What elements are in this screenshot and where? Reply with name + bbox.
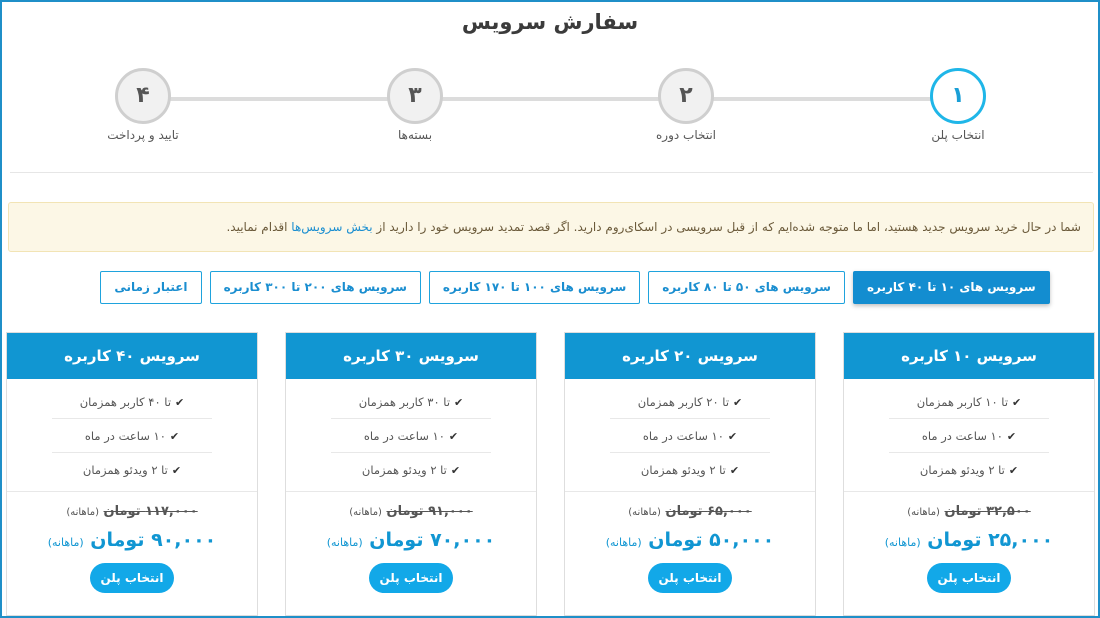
- feature-list: ✔تا ۲۰ کاربر همزمان ✔۱۰ ساعت در ماه ✔تا …: [565, 379, 815, 487]
- plan-card-10: سرویس ۱۰ کاربره ✔تا ۱۰ کاربر همزمان ✔۱۰ …: [843, 332, 1095, 616]
- price-area: ۶۵,۰۰۰ تومان (ماهانه) ۵۰,۰۰۰ تومان (ماها…: [565, 491, 815, 616]
- filter-200-300-users[interactable]: سرویس های ۲۰۰ تا ۳۰۰ کاربره: [209, 271, 421, 304]
- check-icon: ✔: [733, 396, 743, 409]
- price-area: ۳۲,۵۰۰ تومان (ماهانه) ۲۵,۰۰۰ تومان (ماها…: [844, 491, 1094, 616]
- step-number: ۳: [387, 68, 443, 124]
- stepper-track: [142, 97, 958, 101]
- plan-title: سرویس ۳۰ کاربره: [286, 333, 536, 379]
- feature-item: ✔تا ۲ ویدئو همزمان: [919, 463, 1019, 477]
- price-area: ۱۱۷,۰۰۰ تومان (ماهانه) ۹۰,۰۰۰ تومان (ماه…: [7, 491, 257, 616]
- step-label: انتخاب پلن: [931, 128, 985, 142]
- plan-filter-tabs: سرویس های ۱۰ تا ۴۰ کاربره سرویس های ۵۰ ت…: [2, 271, 1098, 305]
- select-plan-button[interactable]: انتخاب پلن: [648, 563, 732, 593]
- plan-card-40: سرویس ۴۰ کاربره ✔تا ۴۰ کاربر همزمان ✔۱۰ …: [6, 332, 258, 616]
- existing-service-alert: شما در حال خرید سرویس جدید هستید، اما ما…: [8, 202, 1094, 252]
- feature-item: ✔۱۰ ساعت در ماه: [889, 419, 1049, 453]
- check-icon: ✔: [1006, 430, 1017, 443]
- plan-title: سرویس ۱۰ کاربره: [844, 333, 1094, 379]
- plan-title: سرویس ۲۰ کاربره: [565, 333, 815, 379]
- step-number: ۴: [115, 68, 171, 124]
- step-3[interactable]: ۳ بسته‌ها: [335, 68, 495, 142]
- check-icon: ✔: [1012, 396, 1022, 409]
- step-label: انتخاب دوره: [655, 128, 717, 142]
- check-icon: ✔: [448, 430, 459, 443]
- check-icon: ✔: [729, 464, 740, 477]
- select-plan-button[interactable]: انتخاب پلن: [927, 563, 1011, 593]
- step-number: ۱: [930, 68, 986, 124]
- check-icon: ✔: [1008, 464, 1019, 477]
- step-1[interactable]: ۱ انتخاب پلن: [878, 68, 1038, 142]
- page-title: سفارش سرویس: [461, 10, 639, 34]
- feature-item: ✔تا ۲ ویدئو همزمان: [640, 463, 740, 477]
- price-area: ۹۱,۰۰۰ تومان (ماهانه) ۷۰,۰۰۰ تومان (ماها…: [286, 491, 536, 616]
- step-label: تایید و پرداخت: [107, 128, 179, 142]
- new-price: ۵۰,۰۰۰ تومان (ماهانه): [605, 529, 775, 551]
- section-divider: [10, 172, 1093, 173]
- order-stepper: ۱ انتخاب پلن ۲ انتخاب دوره ۳ بسته‌ها ۴ ت…: [2, 68, 1098, 148]
- feature-item: ✔۱۰ ساعت در ماه: [610, 419, 770, 453]
- feature-list: ✔تا ۳۰ کاربر همزمان ✔۱۰ ساعت در ماه ✔تا …: [286, 379, 536, 487]
- select-plan-button[interactable]: انتخاب پلن: [369, 563, 453, 593]
- filter-50-80-users[interactable]: سرویس های ۵۰ تا ۸۰ کاربره: [648, 271, 845, 304]
- feature-item: ✔تا ۲ ویدئو همزمان: [361, 463, 461, 477]
- feature-list: ✔تا ۱۰ کاربر همزمان ✔۱۰ ساعت در ماه ✔تا …: [844, 379, 1094, 487]
- feature-item: ✔تا ۲۰ کاربر همزمان: [610, 385, 770, 419]
- old-price: ۶۵,۰۰۰ تومان (ماهانه): [628, 504, 752, 519]
- select-plan-button[interactable]: انتخاب پلن: [90, 563, 174, 593]
- plan-card-30: سرویس ۳۰ کاربره ✔تا ۳۰ کاربر همزمان ✔۱۰ …: [285, 332, 537, 616]
- feature-list: ✔تا ۴۰ کاربر همزمان ✔۱۰ ساعت در ماه ✔تا …: [7, 379, 257, 487]
- step-4[interactable]: ۴ تایید و پرداخت: [63, 68, 223, 142]
- check-icon: ✔: [450, 464, 461, 477]
- new-price: ۷۰,۰۰۰ تومان (ماهانه): [326, 529, 496, 551]
- services-section-link[interactable]: بخش سرویس‌ها: [291, 220, 372, 234]
- plan-card-20: سرویس ۲۰ کاربره ✔تا ۲۰ کاربر همزمان ✔۱۰ …: [564, 332, 816, 616]
- filter-time-credit[interactable]: اعتبار زمانی: [100, 271, 202, 304]
- check-icon: ✔: [175, 396, 185, 409]
- feature-item: ✔تا ۲ ویدئو همزمان: [82, 463, 182, 477]
- step-2[interactable]: ۲ انتخاب دوره: [606, 68, 766, 142]
- feature-item: ✔تا ۳۰ کاربر همزمان: [331, 385, 491, 419]
- filter-10-40-users[interactable]: سرویس های ۱۰ تا ۴۰ کاربره: [852, 271, 1050, 304]
- step-number: ۲: [658, 68, 714, 124]
- plan-title: سرویس ۴۰ کاربره: [7, 333, 257, 379]
- check-icon: ✔: [171, 464, 182, 477]
- alert-text-end: اقدام نمایید.: [226, 220, 288, 234]
- check-icon: ✔: [454, 396, 464, 409]
- feature-item: ✔تا ۴۰ کاربر همزمان: [52, 385, 212, 419]
- old-price: ۹۱,۰۰۰ تومان (ماهانه): [349, 504, 473, 519]
- old-price: ۱۱۷,۰۰۰ تومان (ماهانه): [66, 504, 198, 519]
- alert-text: شما در حال خرید سرویس جدید هستید، اما ما…: [376, 220, 1081, 234]
- feature-item: ✔تا ۱۰ کاربر همزمان: [889, 385, 1049, 419]
- feature-item: ✔۱۰ ساعت در ماه: [52, 419, 212, 453]
- check-icon: ✔: [169, 430, 180, 443]
- step-label: بسته‌ها: [397, 128, 433, 142]
- check-icon: ✔: [727, 430, 738, 443]
- new-price: ۹۰,۰۰۰ تومان (ماهانه): [47, 529, 217, 551]
- new-price: ۲۵,۰۰۰ تومان (ماهانه): [884, 529, 1054, 551]
- feature-item: ✔۱۰ ساعت در ماه: [331, 419, 491, 453]
- order-page: سفارش سرویس ۱ انتخاب پلن ۲ انتخاب دوره ۳…: [0, 0, 1100, 618]
- filter-100-170-users[interactable]: سرویس های ۱۰۰ تا ۱۷۰ کاربره: [428, 271, 641, 304]
- old-price: ۳۲,۵۰۰ تومان (ماهانه): [907, 504, 1031, 519]
